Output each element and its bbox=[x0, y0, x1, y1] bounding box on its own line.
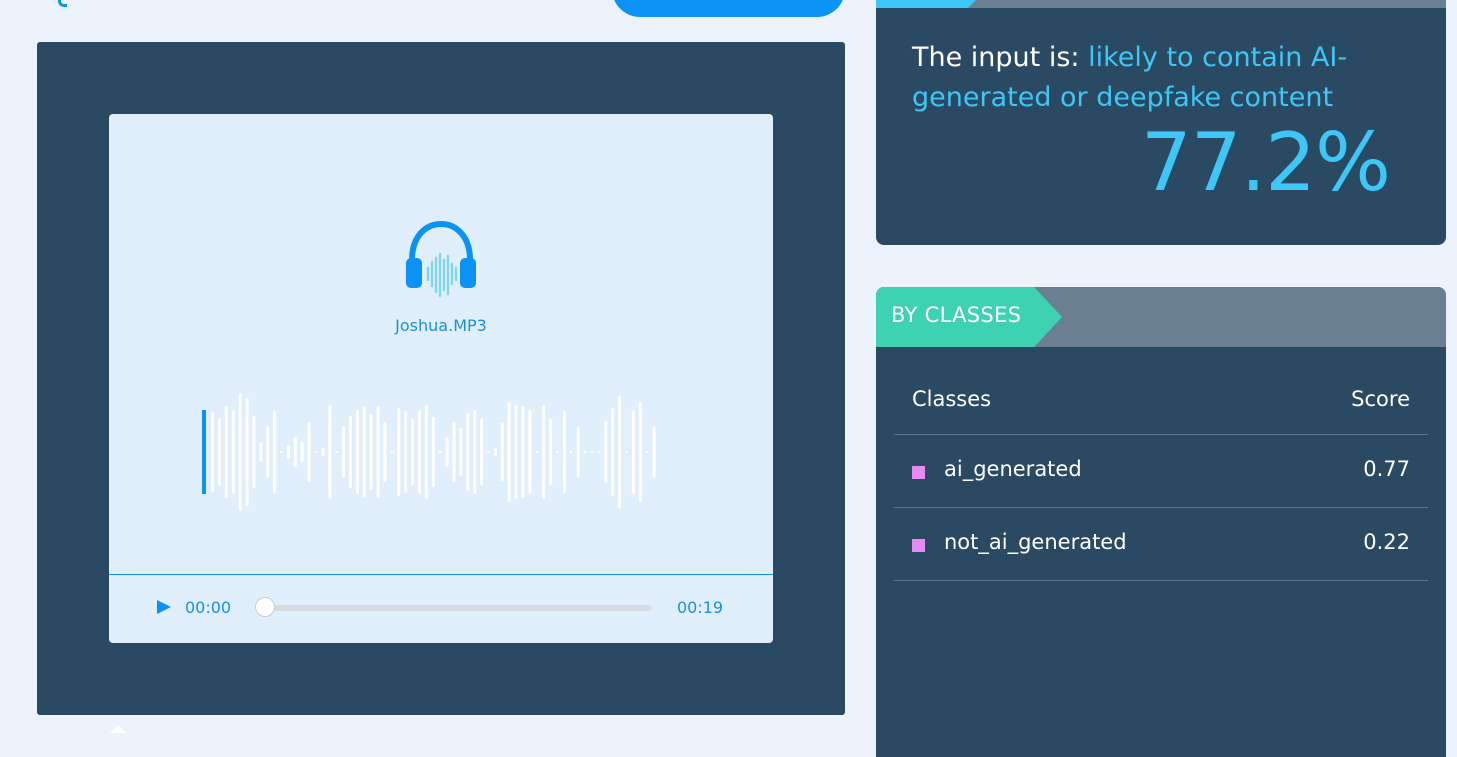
waveform-bar bbox=[459, 428, 463, 476]
waveform-bar bbox=[652, 426, 656, 478]
waveform-bar bbox=[266, 426, 270, 478]
waveform-bar bbox=[397, 408, 401, 496]
waveform-bar bbox=[576, 427, 580, 477]
waveform-bar bbox=[280, 451, 283, 453]
verdict-label: The input is: bbox=[912, 42, 1080, 73]
waveform-bar bbox=[535, 451, 539, 453]
class-score: 0.22 bbox=[1363, 530, 1410, 554]
total-time: 00:19 bbox=[677, 598, 724, 617]
tab-by-classes-label: BY CLASSES bbox=[891, 303, 1022, 327]
table-row: not_ai_generated 0.22 bbox=[894, 508, 1428, 581]
waveform-bar bbox=[293, 437, 297, 467]
waveform-bar bbox=[611, 408, 615, 496]
waveform-bar bbox=[521, 406, 525, 498]
column-header-classes: Classes bbox=[912, 387, 992, 411]
waveform-bar bbox=[252, 416, 256, 488]
play-icon[interactable] bbox=[157, 600, 171, 614]
waveform-bar bbox=[349, 416, 352, 488]
class-color-swatch bbox=[912, 466, 925, 479]
waveform-bar bbox=[507, 402, 511, 502]
confidence-percent: 77.2% bbox=[1140, 116, 1391, 209]
waveform-bar bbox=[549, 419, 553, 485]
waveform-bar bbox=[597, 451, 601, 453]
column-header-score: Score bbox=[1351, 387, 1410, 411]
waveform-bar bbox=[487, 451, 490, 453]
waveform-bar bbox=[604, 421, 608, 483]
audio-filename: Joshua.MP3 bbox=[395, 316, 487, 335]
audio-waveform[interactable] bbox=[199, 390, 659, 514]
playhead-cursor bbox=[202, 410, 206, 494]
waveform-bar bbox=[493, 448, 497, 456]
waveform-bar bbox=[590, 451, 594, 453]
waveform-bar bbox=[431, 417, 435, 487]
waveform-bar bbox=[424, 405, 428, 499]
waveform-bar bbox=[307, 422, 311, 482]
waveform-bar bbox=[445, 437, 449, 467]
player-controls: 00:00 00:19 bbox=[109, 574, 773, 643]
class-name: ai_generated bbox=[944, 457, 1082, 481]
waveform-bar bbox=[514, 405, 518, 499]
waveform-bar bbox=[569, 451, 573, 453]
waveform-bar bbox=[542, 405, 546, 499]
waveform-bar bbox=[362, 407, 366, 497]
waveform-bar bbox=[314, 451, 318, 453]
table-row: ai_generated 0.77 bbox=[894, 435, 1428, 508]
waveform-bar bbox=[390, 451, 394, 453]
current-time: 00:00 bbox=[185, 598, 232, 617]
waveform-bar bbox=[342, 426, 346, 478]
waveform-bar bbox=[259, 442, 263, 462]
waveform-bar bbox=[328, 405, 332, 499]
waveform-bar bbox=[411, 419, 415, 485]
waveform-bar bbox=[300, 442, 304, 462]
verdict-text: The input is: likely to contain AI-gener… bbox=[912, 38, 1382, 118]
logo-fragment bbox=[58, 0, 67, 7]
result-card: The input is: likely to contain AI-gener… bbox=[876, 0, 1446, 245]
waveform-bar bbox=[238, 393, 242, 511]
classes-card: BY CLASSES Classes Score ai_generated 0.… bbox=[876, 287, 1446, 757]
submit-button[interactable] bbox=[612, 0, 845, 17]
waveform-bar bbox=[224, 406, 228, 498]
waveform-bar bbox=[500, 423, 504, 481]
waveform-bar bbox=[631, 410, 635, 494]
waveform-bar bbox=[562, 411, 566, 493]
headphones-icon bbox=[406, 220, 476, 298]
waveform-bar bbox=[438, 451, 442, 453]
waveform-bar bbox=[335, 451, 339, 453]
waveform-bar bbox=[211, 412, 214, 492]
seek-handle[interactable] bbox=[255, 597, 275, 617]
waveform-bar bbox=[480, 419, 484, 485]
waveform-bar bbox=[556, 451, 559, 453]
class-color-swatch bbox=[912, 539, 925, 552]
waveform-bar bbox=[618, 396, 622, 508]
table-header-row: Classes Score bbox=[894, 365, 1428, 435]
waveform-bar bbox=[231, 410, 235, 494]
class-name: not_ai_generated bbox=[944, 530, 1127, 554]
waveform-bar bbox=[452, 422, 456, 482]
waveform-bar bbox=[528, 410, 532, 494]
waveform-bar bbox=[466, 413, 470, 491]
waveform-bar bbox=[625, 451, 628, 453]
waveform-bar bbox=[638, 402, 642, 502]
waveform-bar bbox=[355, 410, 359, 494]
classes-header: BY CLASSES bbox=[876, 287, 1446, 347]
panel-pointer bbox=[110, 725, 126, 733]
waveform-bar bbox=[245, 398, 249, 506]
waveform-bar bbox=[376, 406, 380, 498]
waveform-bar bbox=[286, 445, 290, 459]
waveform-bar bbox=[473, 410, 477, 494]
classes-table: Classes Score ai_generated 0.77 not_ai_g… bbox=[894, 365, 1428, 581]
waveform-bar bbox=[217, 418, 221, 486]
class-score: 0.77 bbox=[1363, 457, 1410, 481]
audio-player-card: Joshua.MP3 00:00 00:19 bbox=[109, 114, 773, 643]
result-strip-accent bbox=[876, 0, 976, 8]
waveform-bar bbox=[383, 422, 387, 482]
waveform-bar bbox=[369, 414, 373, 490]
waveform-bar bbox=[404, 411, 408, 493]
seek-bar[interactable] bbox=[255, 597, 652, 617]
waveform-bar bbox=[583, 451, 587, 453]
waveform-bar bbox=[418, 410, 421, 494]
waveform-bar bbox=[273, 411, 277, 493]
waveform-bar bbox=[321, 448, 325, 456]
waveform-bar bbox=[645, 451, 649, 453]
